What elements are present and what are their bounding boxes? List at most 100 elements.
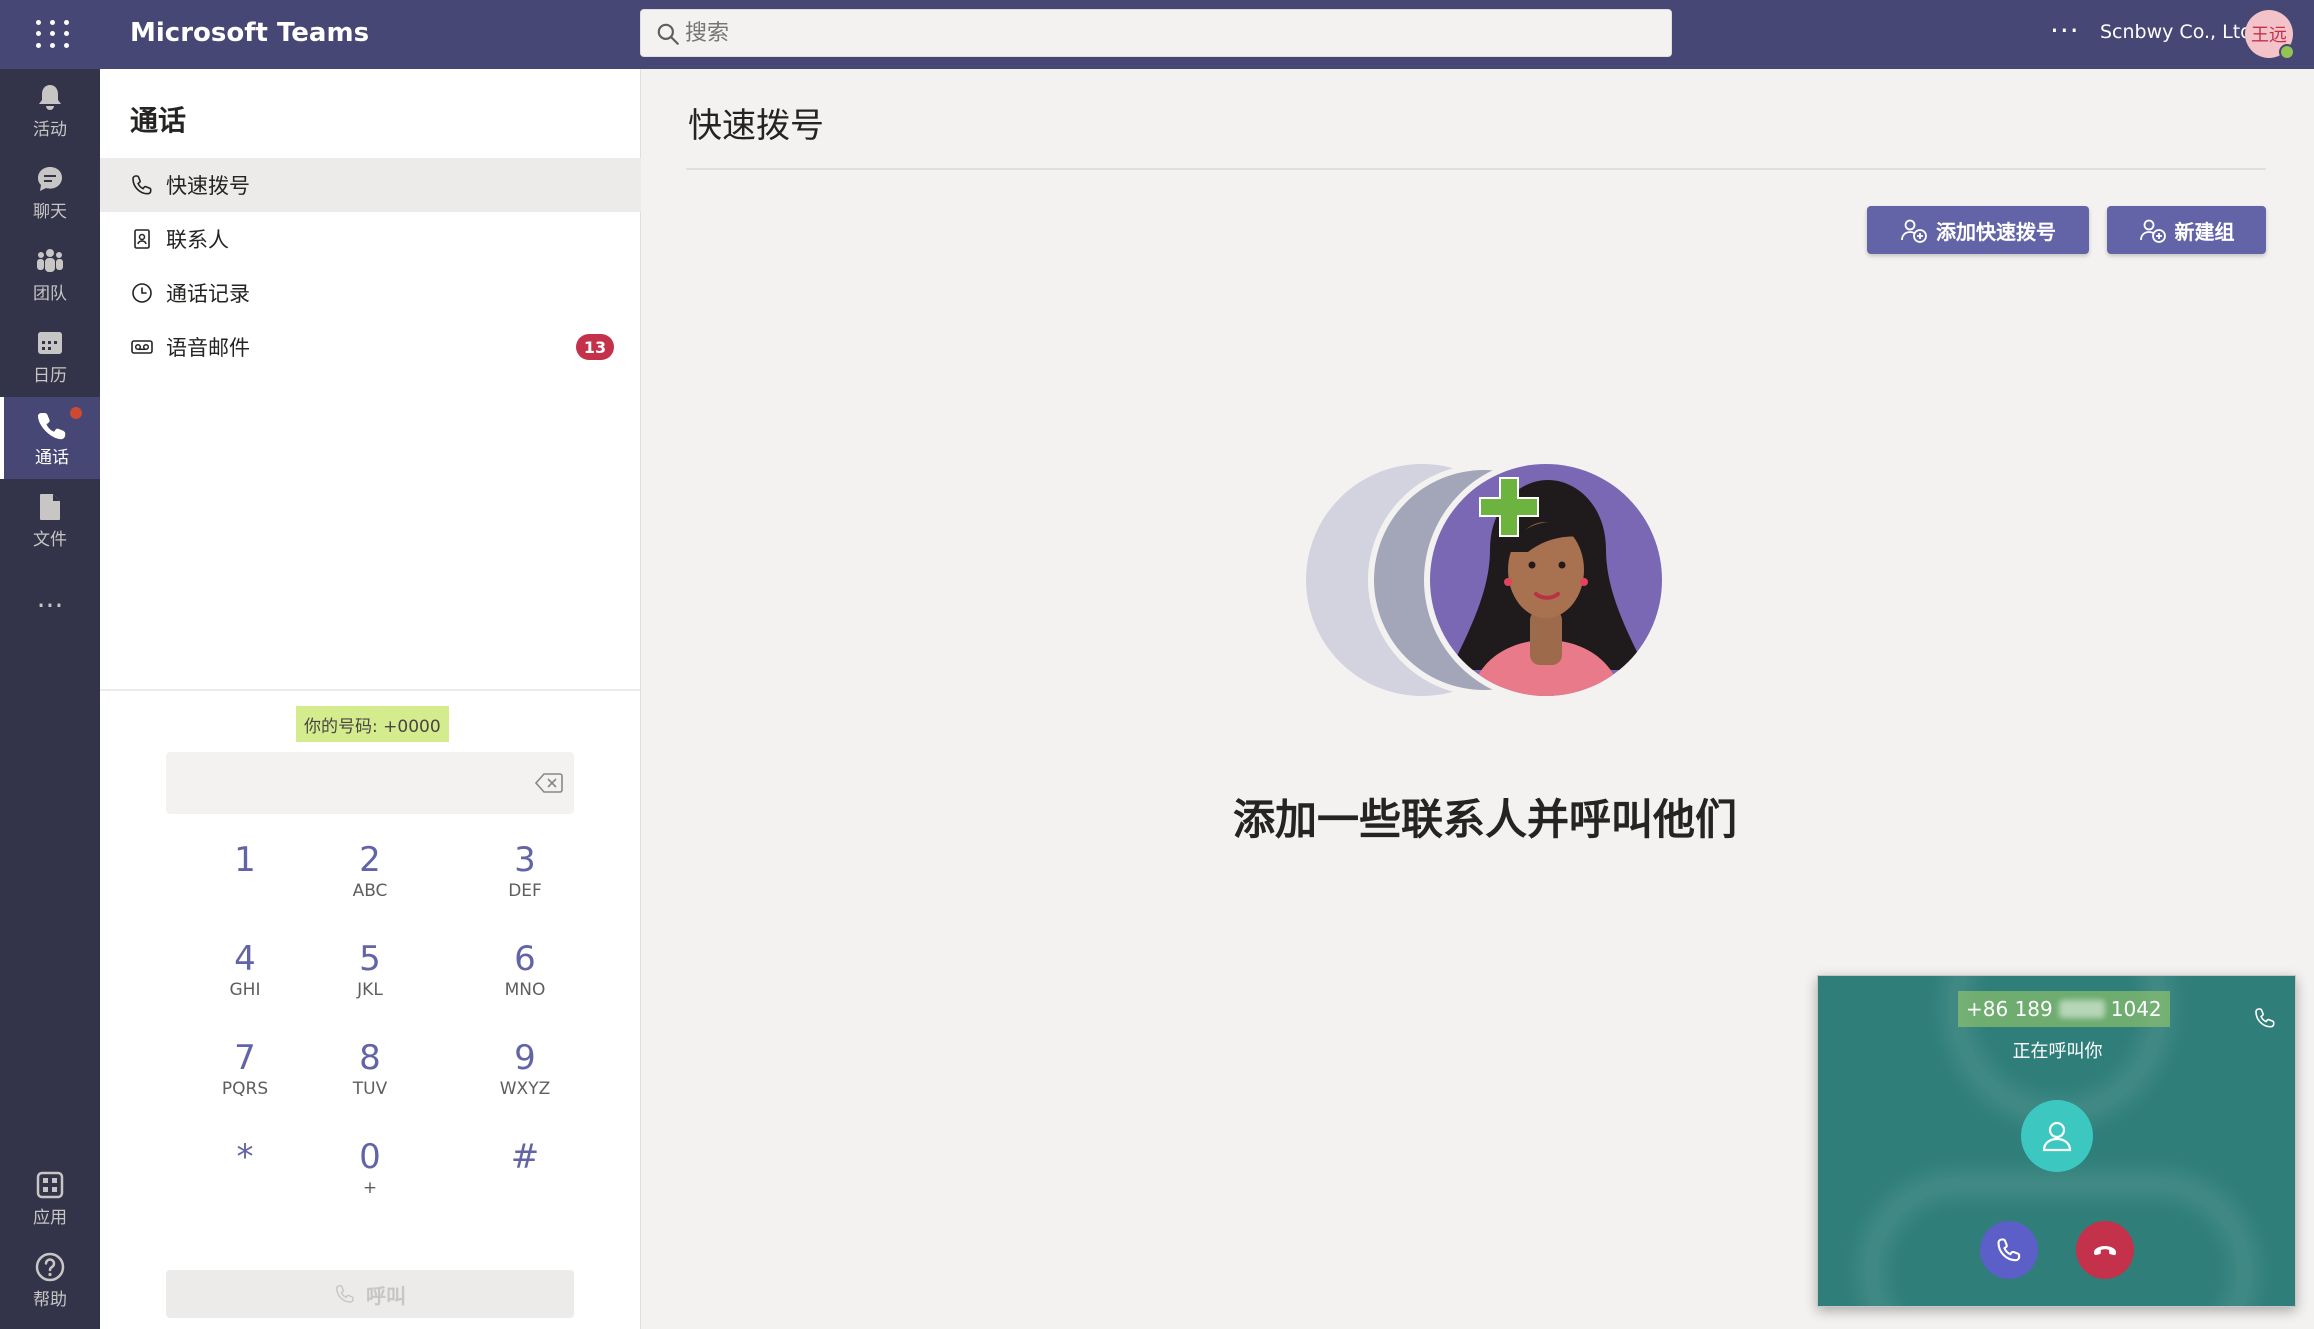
user-avatar[interactable]: 王远 — [2245, 10, 2295, 60]
sidebar-item-speed-dial[interactable]: 快速拨号 — [100, 158, 641, 212]
rail-item-label: 团队 — [33, 283, 67, 304]
dial-key-digit: 8 — [359, 1038, 381, 1078]
add-group-icon — [2139, 219, 2166, 243]
org-name[interactable]: Scnbwy Co., Ltd — [2100, 21, 2252, 43]
rail-item-files[interactable]: 文件 — [0, 479, 100, 561]
title-bar: Microsoft Teams ··· Scnbwy Co., Ltd 王远 — [0, 0, 2314, 69]
rail-item-label: 活动 — [33, 119, 67, 140]
rail-item-help[interactable]: 帮助 — [0, 1239, 100, 1321]
divider — [686, 168, 2266, 170]
search-box[interactable] — [640, 9, 1672, 57]
sidebar-item-history[interactable]: 通话记录 — [100, 266, 641, 320]
bell-icon — [39, 84, 61, 110]
dial-key-3[interactable]: 3 DEF — [450, 826, 600, 916]
decline-call-button[interactable] — [2076, 1221, 2134, 1279]
dial-key-6[interactable]: 6 MNO — [450, 925, 600, 1015]
rail-item-teams[interactable]: 团队 — [0, 233, 100, 315]
new-group-label: 新建组 — [2174, 219, 2235, 244]
dial-key-5[interactable]: 5 JKL — [295, 925, 445, 1015]
call-button-label: 呼叫 — [366, 1283, 406, 1308]
dial-key-digit: 7 — [234, 1038, 256, 1078]
decorative-ring — [1858, 1171, 2258, 1306]
app-launcher-icon[interactable] — [30, 14, 70, 54]
teams-icon — [37, 248, 63, 272]
dial-key-digit: 2 — [359, 840, 381, 880]
clock-icon — [132, 283, 152, 303]
new-group-button[interactable]: 新建组 — [2107, 206, 2266, 254]
rail-item-calls[interactable]: 通话 — [0, 397, 100, 479]
dial-key-8[interactable]: 8 TUV — [295, 1024, 445, 1114]
chat-icon — [38, 166, 62, 191]
calendar-icon — [38, 331, 62, 354]
dial-key-digit: # — [510, 1137, 540, 1177]
help-icon — [35, 1252, 65, 1281]
user-initials: 王远 — [2251, 25, 2287, 46]
rail-item-label: 通话 — [35, 447, 69, 468]
voicemail-count-badge: 13 — [576, 334, 614, 360]
caller-number-prefix: +86 189 — [1966, 997, 2053, 1021]
rail-item-activity[interactable]: 活动 — [0, 69, 100, 151]
rail-item-apps[interactable]: 应用 — [0, 1157, 100, 1239]
add-speed-dial-button[interactable]: 添加快速拨号 — [1867, 206, 2089, 254]
dial-key-letters: TUV — [352, 1079, 388, 1099]
empty-state-illustration — [1306, 460, 1668, 700]
sidebar-item-voicemail[interactable]: 语音邮件 13 — [100, 320, 641, 374]
accept-call-button[interactable] — [1980, 1221, 2038, 1279]
rail-item-label: 聊天 — [33, 201, 67, 222]
more-options-button[interactable]: ··· — [2050, 14, 2080, 47]
phone-icon — [1997, 1238, 2021, 1262]
dial-key-digit: 0 — [359, 1137, 381, 1177]
apps-icon — [36, 1171, 64, 1198]
dial-key-digit: 3 — [514, 840, 536, 880]
your-number-label: 你的号码: +0000 — [296, 706, 449, 742]
sidebar-item-label: 快速拨号 — [166, 174, 250, 198]
page-title: 快速拨号 — [688, 106, 824, 146]
dial-key-letters: JKL — [357, 980, 383, 1000]
add-speed-dial-label: 添加快速拨号 — [1936, 219, 2056, 244]
call-status: 正在呼叫你 — [2012, 1041, 2103, 1062]
call-button[interactable]: 呼叫 — [166, 1270, 574, 1318]
hang-up-icon — [2094, 1246, 2116, 1256]
dial-key-digit: 4 — [234, 939, 256, 979]
redacted-digits — [2058, 1000, 2105, 1018]
rail-item-label: 日历 — [33, 365, 67, 386]
caller-number: +86 189 1042 — [1958, 991, 2170, 1027]
dial-key-2[interactable]: 2 ABC — [295, 826, 445, 916]
dial-key-letters: WXYZ — [499, 1079, 551, 1099]
dial-key-hash[interactable]: # — [450, 1123, 600, 1213]
contact-card-icon — [134, 229, 150, 249]
caller-number-suffix: 1042 — [2110, 997, 2162, 1021]
empty-state-title: 添加一些联系人并呼叫他们 — [1232, 795, 1737, 844]
app-title: Microsoft Teams — [130, 18, 370, 48]
dial-key-9[interactable]: 9 WXYZ — [450, 1024, 600, 1114]
phone-icon — [2255, 1008, 2275, 1028]
caller-avatar — [2021, 1100, 2093, 1172]
presence-available-icon — [2279, 44, 2295, 60]
notification-dot — [70, 407, 82, 419]
backspace-icon[interactable] — [535, 772, 563, 794]
dial-key-letters: PQRS — [221, 1079, 269, 1099]
rail-item-label: 帮助 — [33, 1289, 67, 1310]
app-bar: 活动 聊天 团队 日历 通话 文件 ··· 应用 帮助 — [0, 69, 100, 1329]
rail-item-calendar[interactable]: 日历 — [0, 315, 100, 397]
search-input[interactable] — [685, 10, 1645, 56]
calls-sidebar: 通话 快速拨号 联系人 通话记录 语音邮件 13 你的号码: +0000 1 2… — [100, 69, 641, 1329]
dial-key-digit: 1 — [234, 840, 256, 880]
add-person-icon — [1901, 219, 1927, 243]
more-apps-button[interactable]: ··· — [0, 589, 100, 622]
dial-number-field[interactable] — [166, 752, 574, 814]
sidebar-item-contacts[interactable]: 联系人 — [100, 212, 641, 266]
dial-number-input[interactable] — [177, 763, 507, 803]
sidebar-item-label: 语音邮件 — [166, 336, 250, 360]
dial-key-digit: * — [236, 1137, 254, 1177]
phone-icon — [38, 412, 66, 439]
rail-item-chat[interactable]: 聊天 — [0, 151, 100, 233]
dial-key-digit: 5 — [359, 939, 381, 979]
person-icon — [2042, 1121, 2072, 1152]
dial-key-digit: 6 — [514, 939, 536, 979]
dial-key-0[interactable]: 0 + — [295, 1123, 445, 1213]
voicemail-icon — [131, 340, 153, 354]
rail-item-label: 应用 — [33, 1207, 67, 1228]
phone-icon — [336, 1285, 354, 1303]
sidebar-title: 通话 — [130, 104, 187, 137]
